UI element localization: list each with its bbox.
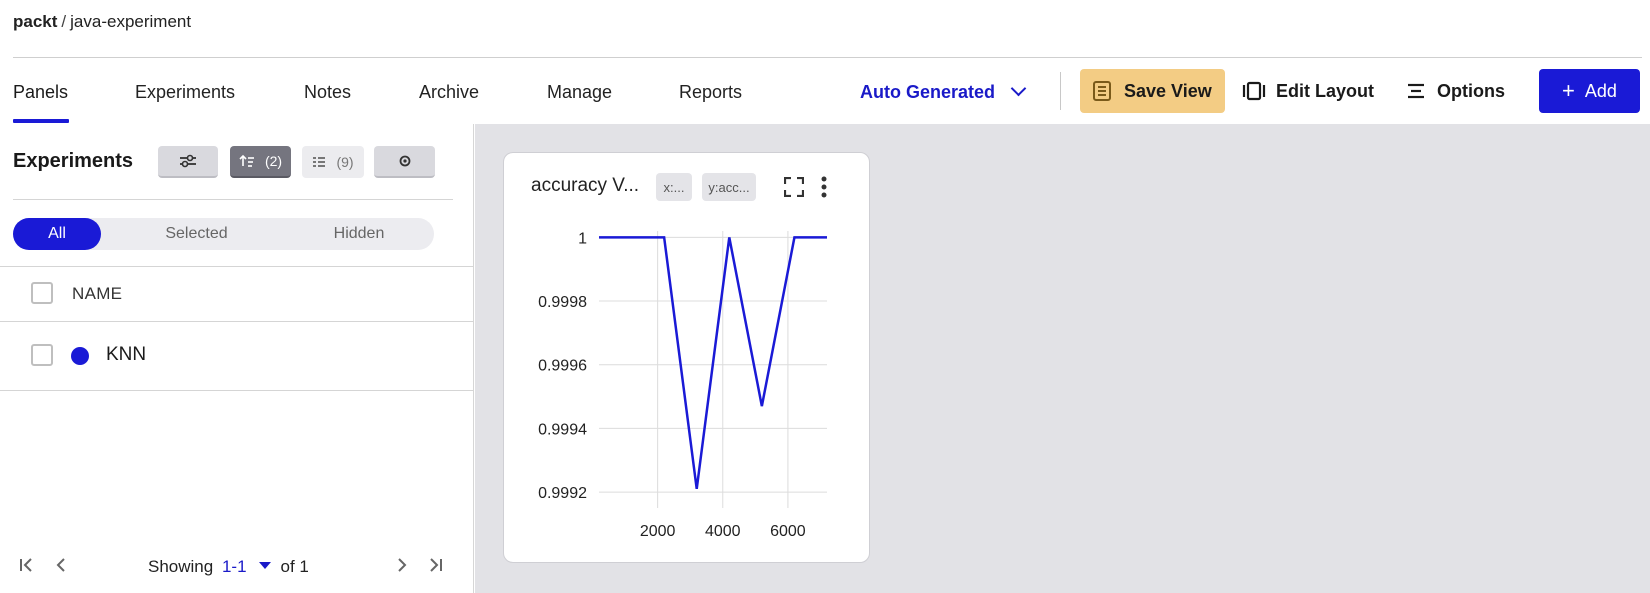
sort-button[interactable]: (2): [230, 146, 291, 178]
breadcrumb-separator: /: [61, 12, 67, 31]
table-row-divider: [0, 390, 474, 391]
columns-button[interactable]: (9): [302, 146, 364, 178]
first-page-icon[interactable]: [18, 556, 38, 580]
view-selector-label: Auto Generated: [860, 82, 996, 102]
sort-count: (2): [264, 153, 283, 169]
breadcrumb-workspace[interactable]: packt: [13, 12, 57, 31]
filter-button[interactable]: [158, 146, 218, 178]
caret-down-icon[interactable]: [258, 562, 271, 569]
sidebar-title: Experiments: [13, 150, 134, 172]
tab-reports[interactable]: Reports: [679, 82, 742, 103]
page-range[interactable]: 1-1: [222, 557, 247, 576]
tab-bar: Panels Experiments Notes Archive Manage …: [0, 58, 1650, 124]
panel-title: accuracy V...: [531, 175, 640, 196]
tab-archive[interactable]: Archive: [419, 82, 479, 103]
x-tick-label: 6000: [770, 523, 806, 540]
filter-all[interactable]: All: [13, 218, 101, 250]
sidebar-divider: [13, 199, 453, 200]
panels-canvas: accuracy V... x:... y:acc... 1 0.9998 0.99…: [475, 124, 1650, 593]
series-line: [599, 236, 827, 490]
view-selector[interactable]: Auto Generated: [860, 80, 1027, 103]
showing-label: Showing: [148, 557, 214, 576]
table-top-divider: [0, 266, 474, 267]
chevron-down-icon: [1010, 80, 1027, 97]
filter-hidden[interactable]: Hidden: [284, 218, 434, 250]
experiments-sidebar: Experiments (2) (9) All Selected Hidden …: [0, 124, 474, 593]
breadcrumb: packt / java-experiment: [13, 12, 191, 32]
pagination-status: Showing 1-1 of 1: [148, 557, 309, 577]
page-total: of 1: [280, 557, 309, 576]
y-tick-label: 0.9994: [538, 421, 587, 438]
pagination: Showing 1-1 of 1: [0, 544, 474, 593]
options-button[interactable]: Options: [1405, 69, 1505, 113]
x-tick-label: 2000: [640, 523, 676, 540]
column-header-name[interactable]: NAME: [72, 284, 122, 304]
experiment-name[interactable]: KNN: [106, 344, 146, 366]
filter-selected[interactable]: Selected: [109, 218, 284, 250]
save-view-button[interactable]: Save View: [1080, 69, 1225, 113]
y-tick-label: 0.9992: [538, 485, 587, 502]
y-tick-label: 0.9996: [538, 358, 587, 375]
options-label: Options: [1437, 80, 1505, 101]
sort-icon: [239, 154, 254, 167]
prev-page-icon[interactable]: [54, 556, 68, 580]
table-header-divider: [0, 321, 474, 322]
select-all-checkbox[interactable]: [31, 282, 53, 304]
experiment-color-dot: [71, 347, 89, 365]
tab-panels[interactable]: Panels: [13, 82, 68, 103]
add-label: Add: [1584, 80, 1617, 101]
add-button[interactable]: + Add: [1539, 69, 1640, 113]
columns-icon: [313, 157, 326, 167]
columns-count: (9): [336, 154, 354, 170]
y-axis-chip[interactable]: y:acc...: [702, 173, 756, 201]
last-page-icon[interactable]: [424, 556, 444, 580]
options-icon: [1408, 83, 1424, 99]
plus-icon: +: [1562, 78, 1575, 103]
edit-layout-icon: [1242, 81, 1266, 101]
x-tick-label: 4000: [705, 523, 741, 540]
filter-sliders-icon: [180, 154, 196, 168]
y-tick-label: 1: [578, 230, 587, 247]
tab-notes[interactable]: Notes: [304, 82, 351, 103]
edit-layout-button[interactable]: Edit Layout: [1242, 69, 1374, 113]
gear-icon: [399, 155, 410, 167]
tab-manage[interactable]: Manage: [547, 82, 612, 103]
next-page-icon[interactable]: [395, 556, 409, 580]
visibility-filter: All Selected Hidden: [13, 218, 434, 250]
toolbar-divider: [1060, 72, 1061, 110]
more-vertical-icon[interactable]: [820, 175, 828, 204]
y-tick-label: 0.9998: [538, 294, 587, 311]
save-view-icon: [1093, 81, 1111, 101]
active-tab-indicator: [13, 119, 69, 123]
save-view-label: Save View: [1124, 80, 1212, 101]
tab-experiments[interactable]: Experiments: [135, 82, 235, 103]
row-checkbox[interactable]: [31, 344, 53, 366]
breadcrumb-project[interactable]: java-experiment: [70, 12, 191, 31]
settings-button[interactable]: [374, 146, 435, 178]
chart-panel: accuracy V... x:... y:acc... 1 0.9998 0.99…: [503, 152, 870, 563]
edit-layout-label: Edit Layout: [1276, 80, 1374, 101]
fullscreen-icon[interactable]: [783, 176, 805, 202]
accuracy-line-chart: 1 0.9998 0.9996 0.9994 0.9992 2000 4000 6000: [538, 230, 827, 540]
x-axis-chip[interactable]: x:...: [656, 173, 692, 201]
